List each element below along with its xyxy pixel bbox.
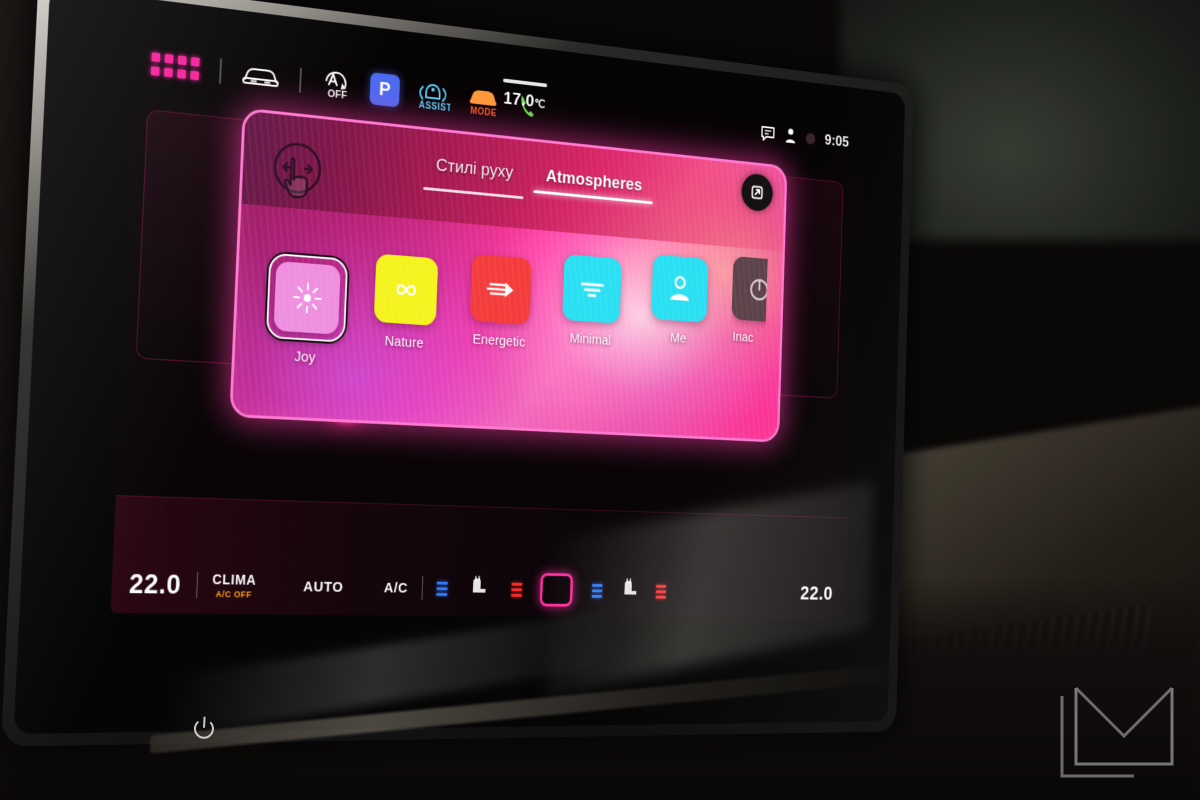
outside-temp-unit: ℃ [534,96,546,111]
outside-temp-value: 17.0 [503,88,535,112]
atmosphere-tile-me[interactable]: Me [645,254,714,348]
passenger-temperature[interactable]: 22.0 [800,582,833,605]
seat-heating-icon[interactable] [618,576,641,606]
clima-button[interactable]: CLIMA A/C OFF [212,571,257,600]
seat-level-left[interactable] [436,581,448,596]
power-button-icon[interactable] [190,714,217,741]
clima-label: CLIMA [212,571,257,588]
outside-temperature: 17.0℃ [502,78,548,113]
screen-bezel: OFF P ASSIST MODE 17.0℃ 9:05 Стилі руху … [0,0,914,747]
infotainment-screen: OFF P ASSIST MODE 17.0℃ 9:05 Стилі руху … [0,0,914,747]
status-bar-right: 9:05 [760,124,849,151]
ac-button[interactable]: A/C [384,579,409,596]
screen-bezel-inner: OFF P ASSIST MODE 17.0℃ 9:05 Стилі руху … [13,0,906,735]
tile-swatch[interactable] [273,260,341,335]
atmosphere-tile-energetic[interactable]: Energetic [463,253,538,351]
climate-divider-2 [421,575,424,601]
seat-level-red-2[interactable] [655,584,667,599]
tile-swatch[interactable] [469,253,532,325]
app-grid-icon[interactable] [150,51,200,80]
speed-arrow-icon [485,277,517,302]
auto-start-stop-off-icon[interactable]: OFF [320,67,355,101]
infinity-leaf-icon [388,276,423,303]
status-dot-icon[interactable] [805,132,816,145]
atmosphere-tile-joy[interactable]: Joy [265,252,349,368]
tile-label: Joy [294,348,316,366]
status-divider-1 [219,58,222,84]
status-divider-2 [299,67,302,93]
seat-level-red[interactable] [510,582,523,597]
swipe-hand-gesture-icon [265,136,329,207]
tile-label: Nature [384,332,424,352]
car-mode-icon[interactable]: MODE [465,84,501,118]
tile-swatch[interactable] [562,254,622,324]
tile-swatch[interactable] [373,253,439,326]
signal-lines-icon [577,277,606,301]
svg-text:ASSIST: ASSIST [419,100,452,112]
message-bubble-icon[interactable] [760,124,775,143]
climate-bar: 22.0 CLIMA A/C OFF AUTO A/C 22.0 [110,495,848,620]
park-label: P [378,78,392,101]
tile-selection-ring [265,252,349,343]
user-profile-icon[interactable] [784,127,796,146]
clima-sub-label: A/C OFF [215,589,252,600]
home-square-icon[interactable] [539,572,574,607]
tile-label: Minimal [569,330,612,349]
auto-button[interactable]: AUTO [303,578,344,595]
tile-label: Inac [732,329,754,346]
car-front-icon[interactable] [241,61,280,90]
status-indicator-bar [503,78,548,88]
atmosphere-tile-minimal[interactable]: Minimal [556,254,628,350]
sparkle-burst-icon [291,281,323,316]
tab-driving-styles[interactable]: Стилі руху [435,155,514,203]
driver-assist-icon[interactable]: ASSIST [414,78,451,112]
tile-swatch[interactable] [651,254,709,323]
atmosphere-tile-list: Joy Nature Energetic Minimal Me Inac [265,228,768,392]
clock: 9:05 [824,131,850,151]
atmospheres-panel: Стилі руху Atmospheres Joy Nature Energe… [229,107,788,443]
tile-swatch[interactable] [731,255,768,324]
climate-divider [195,572,198,598]
atmosphere-tile-nature[interactable]: Nature [367,253,445,352]
power-off-icon [748,276,768,304]
seat-level-right[interactable] [591,583,603,598]
tile-label: Energetic [472,331,526,351]
park-brake-button[interactable]: P [369,72,401,108]
atmosphere-tile-inactive[interactable]: Inac [731,255,768,346]
person-badge-icon [667,272,693,302]
seat-heating-icon[interactable] [466,573,491,604]
display-surface: OFF P ASSIST MODE 17.0℃ 9:05 Стилі руху … [110,25,860,620]
screenshot-root: OFF P ASSIST MODE 17.0℃ 9:05 Стилі руху … [0,0,1200,800]
tile-label: Me [670,330,687,347]
svg-text:MODE: MODE [470,106,497,118]
svg-text:OFF: OFF [327,88,347,101]
driver-temperature[interactable]: 22.0 [128,568,181,600]
climate-row-main: 22.0 CLIMA A/C OFF AUTO A/C 22.0 [110,555,846,620]
